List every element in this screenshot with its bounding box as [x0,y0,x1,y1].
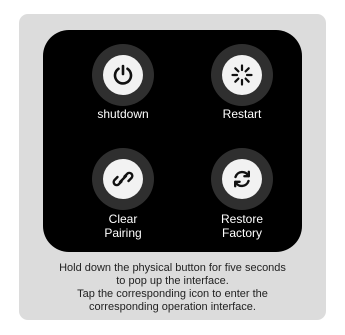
clear-pairing-label: Clear Pairing [104,212,142,240]
instruction-caption: Hold down the physical button for five s… [19,262,326,314]
restore-factory-button[interactable] [211,148,273,210]
clear-pairing-icon-circle[interactable] [103,159,143,199]
caption-line: Hold down the physical button for five s… [59,262,286,274]
refresh-icon [233,170,250,188]
unlink-icon [112,171,134,187]
caption-line: to pop up the interface. [116,275,229,287]
shutdown-icon-circle[interactable] [103,55,143,95]
restart-icon-circle[interactable] [222,55,262,95]
shutdown-button[interactable] [92,44,154,106]
power-icon [113,64,133,85]
clear-pairing-button[interactable] [92,148,154,210]
caption-line: corresponding operation interface. [89,301,256,313]
restart-button[interactable] [211,44,273,106]
loading-spinner-icon [231,64,253,86]
restore-factory-label: Restore Factory [220,212,264,240]
caption-line: Tap the corresponding icon to enter the [77,288,268,300]
restart-label: Restart [222,107,262,121]
shutdown-label: shutdown [97,107,149,121]
restore-factory-icon-circle[interactable] [222,159,262,199]
